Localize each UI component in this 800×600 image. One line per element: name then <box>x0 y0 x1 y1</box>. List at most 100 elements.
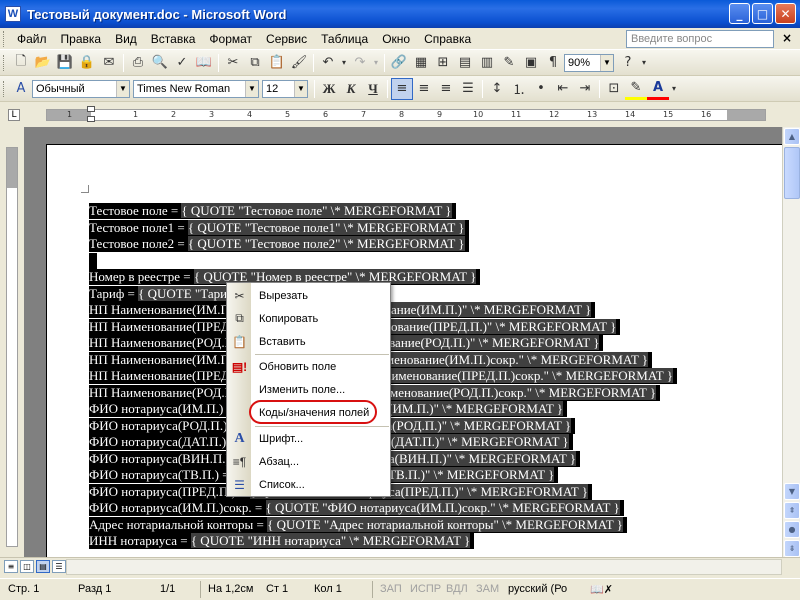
open-icon[interactable]: 📂 <box>32 52 54 74</box>
first-line-indent-marker[interactable] <box>87 106 95 112</box>
field-code[interactable]: { QUOTE "Тестовое поле1" \* MERGEFORMAT … <box>187 219 465 235</box>
tab-selector[interactable]: L <box>8 109 20 121</box>
menu-file[interactable]: Файл <box>10 30 54 48</box>
print-icon[interactable]: ⎙ <box>127 52 149 74</box>
close-document-icon[interactable]: × <box>782 31 792 45</box>
help-icon[interactable]: ? <box>617 52 639 74</box>
styles-formatting-icon[interactable]: A <box>10 78 32 100</box>
columns-icon[interactable]: ▥ <box>476 52 498 74</box>
select-browse-object-icon[interactable]: ● <box>784 521 800 538</box>
web-view-icon[interactable]: ◫ <box>20 560 34 573</box>
menu-item-font[interactable]: A Шрифт... <box>227 427 392 450</box>
bold-button[interactable]: Ж <box>318 78 340 100</box>
vertical-scrollbar[interactable]: ▲ ▼ ⇞ ● ⇟ <box>782 127 800 557</box>
zoom-combo[interactable]: 90% ▼ <box>564 53 614 72</box>
line-spacing-icon[interactable]: ↕ <box>486 78 508 100</box>
save-icon[interactable]: 💾 <box>54 52 76 74</box>
underline-button[interactable]: Ч <box>362 78 384 100</box>
borders-icon[interactable]: ⊡ <box>603 78 625 100</box>
font-combo[interactable]: Times New Roman ▼ <box>133 79 259 98</box>
document-line[interactable]: ИНН нотариуса = { QUOTE "ИНН нотариуса" … <box>89 533 475 549</box>
status-rec[interactable]: ЗАП <box>380 583 402 595</box>
undo-dropdown-icon[interactable]: ▾ <box>339 52 349 74</box>
justify-icon[interactable]: ☰ <box>457 78 479 100</box>
print-layout-icon[interactable]: ▤ <box>36 560 50 573</box>
chevron-down-icon[interactable]: ▼ <box>245 80 258 97</box>
word-app-icon[interactable]: W <box>5 6 21 22</box>
minimize-icon[interactable]: _ <box>729 3 750 24</box>
paste-icon[interactable]: 📋 <box>266 52 288 74</box>
copy-icon[interactable]: ⧉ <box>244 52 266 74</box>
horizontal-ruler[interactable]: 1 1 2 3 4 5 6 7 8 9 10 11 12 13 14 15 16 <box>46 106 766 122</box>
menu-edit[interactable]: Правка <box>54 30 109 48</box>
normal-view-icon[interactable]: ≡ <box>4 560 18 573</box>
document-line-empty[interactable] <box>89 252 97 269</box>
status-ext[interactable]: ВДЛ <box>446 583 468 595</box>
increase-indent-icon[interactable]: ⇥ <box>574 78 596 100</box>
scroll-up-icon[interactable]: ▲ <box>784 128 800 145</box>
insert-excel-icon[interactable]: ▤ <box>454 52 476 74</box>
font-size-combo[interactable]: 12 ▼ <box>262 79 308 98</box>
menu-item-copy[interactable]: ⧉ Копировать <box>227 307 392 330</box>
toolbar-grip[interactable] <box>3 30 6 47</box>
print-preview-icon[interactable]: 🔍 <box>149 52 171 74</box>
toolbar-grip[interactable] <box>3 54 6 71</box>
permission-icon[interactable]: 🔒 <box>76 52 98 74</box>
field-code[interactable]: { QUOTE "Адрес нотариальной конторы" \* … <box>267 516 623 532</box>
status-trk[interactable]: ИСПР <box>410 583 441 595</box>
menu-format[interactable]: Формат <box>202 30 259 48</box>
spelling-status-icon[interactable]: 📖✗ <box>590 583 613 596</box>
field-code[interactable]: { QUOTE "ИНН нотариуса" \* MERGEFORMAT } <box>190 533 471 548</box>
show-hide-icon[interactable]: ¶ <box>542 52 564 74</box>
menu-item-paste[interactable]: 📋 Вставить <box>227 330 392 353</box>
document-line[interactable]: Тестовое поле1 = { QUOTE "Тестовое поле1… <box>89 219 469 236</box>
cut-icon[interactable]: ✂ <box>222 52 244 74</box>
next-page-icon[interactable]: ⇟ <box>784 540 800 557</box>
research-icon[interactable]: 📖 <box>193 52 215 74</box>
italic-button[interactable]: К <box>340 78 362 100</box>
help-question-input[interactable]: Введите вопрос <box>626 30 774 48</box>
menu-window[interactable]: Окно <box>375 30 417 48</box>
menu-item-list[interactable]: ☰ Список... <box>227 473 392 496</box>
toolbar-grip[interactable] <box>3 80 6 97</box>
hyperlink-icon[interactable]: 🔗 <box>388 52 410 74</box>
close-icon[interactable]: ✕ <box>775 3 796 24</box>
document-line[interactable]: ФИО нотариуса(ИМ.П.)сокр. = { QUOTE "ФИО… <box>89 500 624 516</box>
menu-item-paragraph[interactable]: ≡¶ Абзац... <box>227 450 392 473</box>
menu-insert[interactable]: Вставка <box>144 30 203 48</box>
document-page[interactable]: Тестовое поле = { QUOTE "Тестовое поле" … <box>46 144 782 557</box>
chevron-down-icon[interactable]: ▼ <box>116 80 129 97</box>
toolbar-options-icon[interactable]: ▾ <box>669 78 679 100</box>
document-line[interactable]: Тестовое поле = { QUOTE "Тестовое поле" … <box>89 203 456 219</box>
chevron-down-icon[interactable]: ▼ <box>294 80 307 97</box>
font-color-icon[interactable]: A <box>647 78 669 100</box>
align-center-icon[interactable]: ≡ <box>413 78 435 100</box>
outline-view-icon[interactable]: ☰ <box>52 560 66 573</box>
chevron-down-icon[interactable]: ▼ <box>600 54 613 71</box>
undo-icon[interactable]: ↶ <box>317 52 339 74</box>
highlight-icon[interactable]: ✎ <box>625 78 647 100</box>
menu-item-edit-field[interactable]: Изменить поле... <box>227 378 392 401</box>
bullets-icon[interactable]: • <box>530 78 552 100</box>
insert-table-icon[interactable]: ⊞ <box>432 52 454 74</box>
redo-dropdown-icon[interactable]: ▾ <box>371 52 381 74</box>
field-code[interactable]: { QUOTE "ФИО нотариуса(ИМ.П.)сокр." \* M… <box>265 500 620 515</box>
document-line[interactable]: Адрес нотариальной конторы = { QUOTE "Ад… <box>89 516 627 533</box>
horizontal-scrollbar[interactable] <box>66 559 782 575</box>
style-combo[interactable]: Обычный ▼ <box>32 79 130 98</box>
hanging-indent-marker[interactable] <box>87 116 95 122</box>
spelling-icon[interactable]: ✓ <box>171 52 193 74</box>
document-map-icon[interactable]: ▣ <box>520 52 542 74</box>
maximize-icon[interactable]: □ <box>752 3 773 24</box>
redo-icon[interactable]: ↷ <box>349 52 371 74</box>
status-ovr[interactable]: ЗАМ <box>476 583 499 595</box>
document-area[interactable]: Тестовое поле = { QUOTE "Тестовое поле" … <box>24 127 782 557</box>
vertical-ruler[interactable] <box>6 147 18 547</box>
previous-page-icon[interactable]: ⇞ <box>784 502 800 519</box>
menu-table[interactable]: Таблица <box>314 30 375 48</box>
document-line[interactable]: Тестовое поле2 = { QUOTE "Тестовое поле2… <box>89 236 469 252</box>
field-code[interactable]: { QUOTE "Тестовое поле" \* MERGEFORMAT } <box>181 203 452 218</box>
scroll-down-icon[interactable]: ▼ <box>784 483 800 500</box>
numbering-icon[interactable]: ⒈ <box>508 78 530 100</box>
menu-view[interactable]: Вид <box>108 30 144 48</box>
